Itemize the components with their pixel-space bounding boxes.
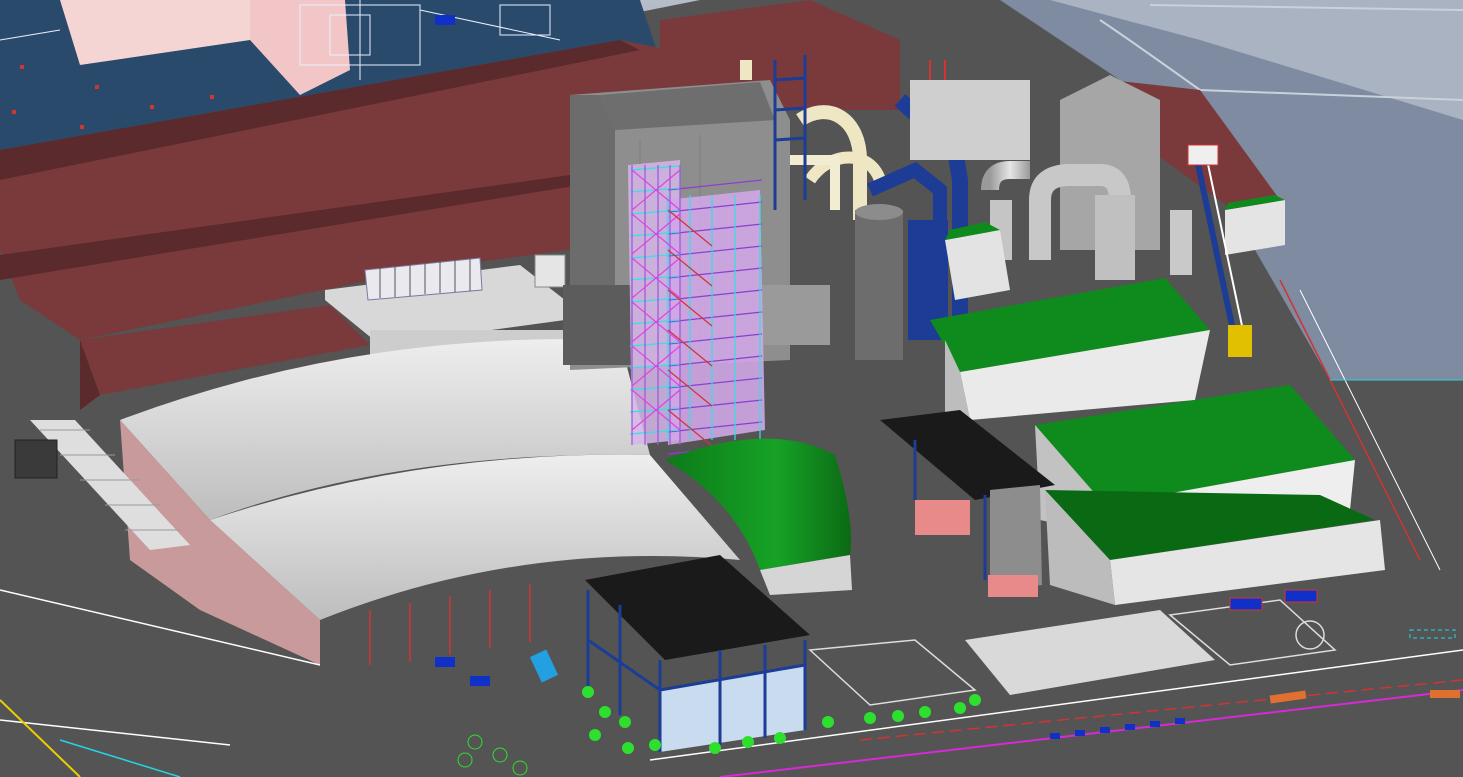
model-viewport[interactable] <box>0 0 1463 777</box>
tree-symbol <box>892 710 904 722</box>
tree-symbol <box>649 739 661 751</box>
tree-symbol <box>599 706 611 718</box>
orange-vehicle-2 <box>1430 690 1460 698</box>
tree-symbol <box>954 702 966 714</box>
pink-base <box>988 575 1038 597</box>
vehicle-1 <box>1229 597 1263 611</box>
silo-top <box>855 204 903 220</box>
tree-symbol <box>864 712 876 724</box>
vehicle-3 <box>435 657 455 667</box>
vehicle-2 <box>1284 589 1318 603</box>
stack-vent <box>740 60 752 80</box>
small-block <box>945 230 1010 300</box>
tree-symbol <box>619 716 631 728</box>
tree-symbol <box>822 716 834 728</box>
yellow-machine <box>1228 325 1252 357</box>
tree-symbol <box>582 686 594 698</box>
chimney-stack <box>1095 195 1135 280</box>
tree-symbol <box>919 706 931 718</box>
equipment-box <box>14 439 58 479</box>
grey-silo <box>855 210 903 360</box>
conveyor-head <box>1187 144 1219 166</box>
plan-vehicle <box>435 15 455 25</box>
vehicle-4 <box>470 676 490 686</box>
canopy-wall <box>990 485 1042 590</box>
boiler-annex-right <box>760 285 830 345</box>
air-handler-unit <box>534 254 566 288</box>
mid-building <box>910 80 1030 160</box>
tree-symbol <box>709 742 721 754</box>
boiler-house-side <box>570 95 615 290</box>
pink-panel <box>915 500 970 535</box>
tree-symbol <box>622 742 634 754</box>
plant-3d-scene[interactable] <box>0 0 1463 777</box>
tree-symbol <box>742 736 754 748</box>
tree-symbol <box>774 732 786 744</box>
small-chimney <box>1170 210 1192 275</box>
tree-symbol <box>969 694 981 706</box>
steel-structure <box>628 160 765 455</box>
tree-symbol <box>589 729 601 741</box>
boiler-annex <box>563 285 633 365</box>
